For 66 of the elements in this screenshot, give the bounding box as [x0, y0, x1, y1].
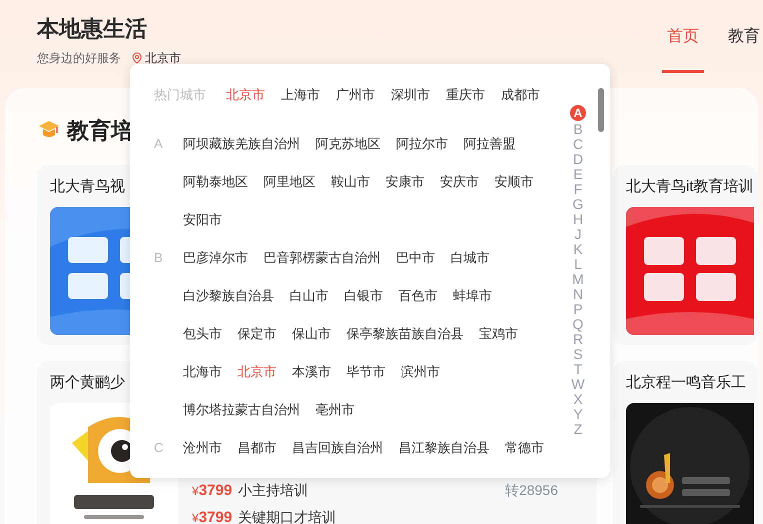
phone-extension: 转28956 — [505, 481, 558, 500]
city-option[interactable]: 广州市 — [336, 85, 375, 105]
city-option[interactable]: 白银市 — [344, 277, 383, 315]
card-title: 北京程一鸣音乐工 — [626, 373, 746, 393]
city-option[interactable]: 重庆市 — [446, 85, 485, 105]
city-option[interactable]: 北海市 — [183, 353, 222, 391]
city-option[interactable]: 阿勒泰地区 — [183, 163, 248, 201]
logo[interactable]: 本地惠生活 — [37, 15, 181, 43]
city-option[interactable]: 巴中市 — [396, 239, 435, 277]
group-letter: B — [154, 249, 164, 267]
city-option[interactable]: 深圳市 — [391, 85, 430, 105]
city-option[interactable]: 安康市 — [386, 163, 424, 201]
city-option[interactable]: 本溪市 — [292, 353, 331, 391]
city-option[interactable]: 博尔塔拉蒙古自治州 — [183, 391, 300, 429]
course-name: 小主持培训 — [238, 481, 308, 500]
city-option[interactable]: 巴音郭楞蒙古自治州 — [264, 239, 380, 277]
city-option[interactable]: 蚌埠市 — [453, 277, 492, 315]
city-option[interactable]: 保定市 — [238, 315, 276, 353]
course-card[interactable]: 北大青鸟it教育培训 — [613, 165, 758, 345]
city-option[interactable]: 昌都市 — [238, 429, 276, 467]
city-option[interactable]: 鞍山市 — [331, 163, 370, 201]
card-title: 北大青鸟视 — [50, 177, 125, 197]
city-option[interactable]: 白沙黎族自治县 — [183, 277, 274, 315]
card-title: 北大青鸟it教育培训 — [626, 177, 754, 197]
city-option[interactable]: 毕节市 — [346, 353, 386, 391]
city-option[interactable]: 成都市 — [501, 85, 540, 105]
city-option[interactable]: 昌江黎族自治县 — [398, 429, 490, 467]
course-price: ¥3799 — [192, 481, 232, 501]
city-option[interactable]: 北京市 — [238, 353, 276, 391]
city-option[interactable]: 白城市 — [450, 239, 490, 277]
city-option[interactable]: 常德市 — [505, 429, 544, 467]
nav-tab[interactable]: 教育 — [723, 27, 763, 73]
hot-cities-label: 热门城市 — [154, 86, 207, 104]
city-option[interactable]: 昌吉回族自治州 — [292, 429, 383, 467]
city-option[interactable]: 阿坝藏族羌族自治州 — [183, 125, 300, 163]
index-letter[interactable]: A — [570, 105, 586, 121]
city-option[interactable]: 白山市 — [290, 277, 328, 315]
city-option[interactable]: 安阳市 — [183, 201, 222, 239]
city-option[interactable]: 阿拉尔市 — [396, 125, 448, 163]
course-name: 关键期口才培训 — [238, 508, 336, 524]
city-option[interactable]: 阿里地区 — [264, 163, 316, 201]
city-option[interactable]: 北京市 — [226, 85, 265, 105]
scrollbar-thumb[interactable] — [598, 88, 604, 132]
city-option[interactable]: 安顺市 — [494, 163, 534, 201]
city-option[interactable]: 阿拉善盟 — [464, 125, 516, 163]
card-title: 两个黄鹂少 — [50, 373, 125, 393]
city-option[interactable]: 上海市 — [281, 85, 320, 105]
course-price: ¥3799 — [192, 508, 232, 524]
city-option[interactable]: 沧州市 — [183, 429, 222, 467]
city-option[interactable]: 安庆市 — [440, 163, 479, 201]
location-pin-icon — [131, 52, 143, 64]
city-option[interactable]: 宝鸡市 — [479, 315, 518, 353]
section-title: 教育培 — [67, 116, 133, 144]
city-option[interactable]: 百色市 — [398, 277, 438, 315]
city-option[interactable]: 巴彦淖尔市 — [183, 239, 248, 277]
city-option[interactable]: 保山市 — [292, 315, 331, 353]
city-option[interactable]: 亳州市 — [316, 391, 354, 429]
slogan: 您身边的好服务 — [37, 50, 121, 66]
location-selector[interactable]: 北京市 — [131, 50, 181, 66]
city-option[interactable]: 滨州市 — [401, 353, 440, 391]
city-option[interactable]: 保亭黎族苗族自治县 — [346, 315, 464, 353]
course-card[interactable]: 北京程一鸣音乐工 — [613, 361, 758, 524]
group-letter: A — [154, 135, 164, 153]
group-letter: C — [154, 439, 164, 457]
city-option[interactable]: 阿克苏地区 — [316, 125, 380, 163]
city-option[interactable]: 包头市 — [183, 315, 222, 353]
